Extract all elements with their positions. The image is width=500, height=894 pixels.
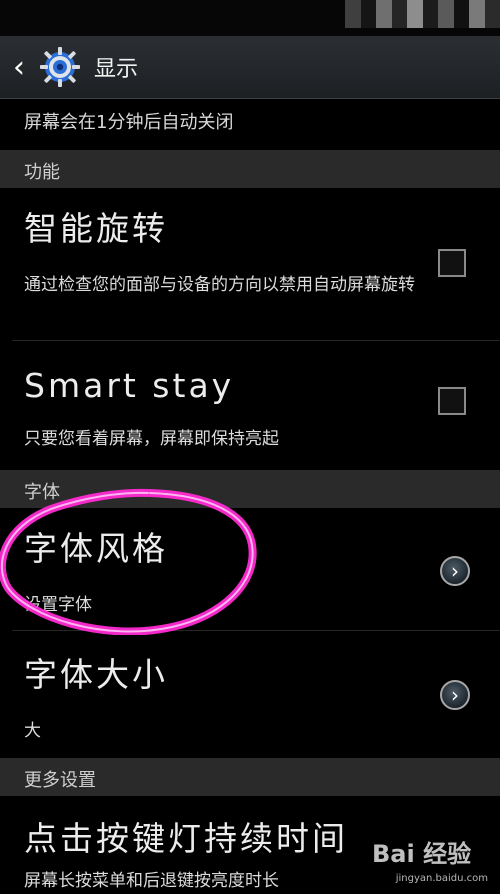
divider: [12, 340, 500, 341]
smart-rotate-title[interactable]: 智能旋转: [24, 202, 168, 250]
divider: [12, 630, 500, 631]
status-bar: [0, 0, 500, 36]
status-pixels: [345, 0, 500, 28]
key-light-subtitle: 屏幕长按菜单和后退键按亮度时长: [24, 871, 279, 891]
gear-icon: [40, 47, 80, 87]
section-header-more: 更多设置: [0, 758, 500, 796]
section-label-more: 更多设置: [24, 770, 96, 791]
section-header-font: 字体: [0, 470, 500, 508]
smart-stay-checkbox[interactable]: [438, 387, 466, 415]
smart-stay-title[interactable]: Smart stay: [24, 366, 234, 405]
font-size-title[interactable]: 字体大小: [24, 648, 168, 696]
back-icon[interactable]: ‹: [2, 36, 36, 98]
font-style-subtitle: 设置字体: [24, 595, 92, 615]
font-style-chevron-icon[interactable]: ›: [440, 556, 470, 586]
section-label-function: 功能: [24, 162, 60, 183]
watermark-sub: jingyan.baidu.com: [395, 873, 488, 884]
smart-rotate-subtitle: 通过检查您的面部与设备的方向以禁用自动屏幕旋转: [24, 275, 415, 295]
smart-stay-subtitle: 只要您看着屏幕，屏幕即保持亮起: [24, 429, 279, 449]
font-style-title[interactable]: 字体风格: [24, 522, 168, 570]
smart-rotate-checkbox[interactable]: [438, 249, 466, 277]
page-title: 显示: [94, 57, 139, 82]
section-header-function: 功能: [0, 150, 500, 188]
screen-timeout-text: 屏幕会在1分钟后自动关闭: [24, 112, 234, 133]
font-size-subtitle: 大: [24, 721, 41, 741]
watermark-main: Bai 经验: [372, 840, 472, 868]
font-size-chevron-icon[interactable]: ›: [440, 680, 470, 710]
section-label-font: 字体: [24, 482, 60, 503]
key-light-title[interactable]: 点击按键灯持续时间: [24, 812, 348, 860]
action-bar: ‹ 显示: [0, 36, 500, 99]
